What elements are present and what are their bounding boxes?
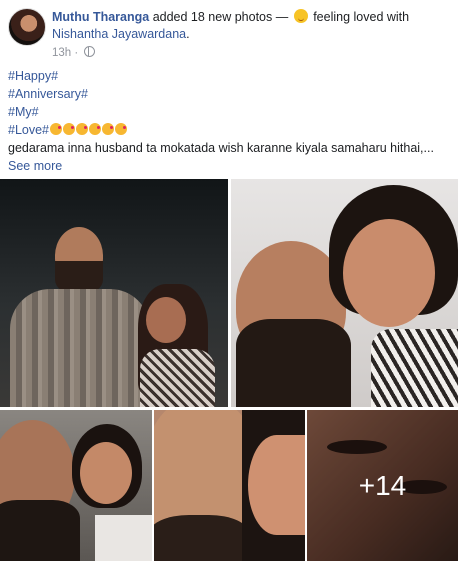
photo-2[interactable]	[231, 179, 458, 407]
avatar[interactable]	[8, 8, 46, 46]
photo-shape	[236, 319, 351, 407]
text-line-3: #My#	[8, 103, 450, 121]
hashtag-happy[interactable]: #Happy#	[8, 69, 58, 83]
photo-shape	[371, 329, 458, 407]
hashtag-my[interactable]: #My#	[8, 105, 39, 119]
more-photos-overlay[interactable]: +14	[307, 410, 458, 561]
photo-shape	[140, 349, 215, 407]
globe-icon[interactable]	[84, 46, 96, 57]
post-meta: 13h ·	[52, 46, 96, 59]
photo-shape	[146, 297, 186, 343]
photo-4[interactable]	[154, 410, 305, 561]
hashtag-love[interactable]: #Love#	[8, 123, 49, 137]
text-line-5: gedarama inna husband ta mokatada wish k…	[8, 141, 434, 155]
kiss-emoji-row	[49, 123, 128, 137]
text-line-4: #Love#	[8, 121, 450, 139]
author-name[interactable]: Muthu Tharanga	[52, 10, 149, 24]
feeling-loved-icon	[293, 9, 308, 23]
post-text: #Happy# #Anniversary# #My# #Love# gedara…	[8, 67, 450, 175]
photo-shape	[10, 289, 150, 407]
photo-shape	[95, 515, 152, 561]
text-line-2: #Anniversary#	[8, 85, 450, 103]
separator-dot: ·	[74, 47, 79, 59]
kiss-icon	[115, 123, 128, 135]
action-text: added 18 new photos —	[152, 10, 289, 24]
more-photos-count: +14	[358, 469, 407, 501]
kiss-icon	[89, 123, 102, 135]
hashtag-anniversary[interactable]: #Anniversary#	[8, 87, 88, 101]
tagged-suffix: .	[186, 27, 190, 41]
photo-3[interactable]	[0, 410, 152, 561]
photo-shape	[343, 219, 435, 327]
facebook-post: Muthu Tharanga added 18 new photos — fee…	[0, 0, 458, 561]
kiss-icon	[76, 123, 89, 135]
photo-shape	[248, 435, 305, 535]
kiss-icon	[63, 123, 76, 135]
feeling-text: feeling loved with	[313, 10, 410, 24]
kiss-icon	[102, 123, 115, 135]
kiss-icon	[50, 123, 63, 135]
see-more-link[interactable]: See more	[8, 159, 62, 173]
photo-5[interactable]: +14	[307, 410, 458, 561]
tagged-person-link[interactable]: Nishantha Jayawardana	[52, 27, 186, 41]
photo-shape	[0, 500, 80, 561]
photo-shape	[154, 515, 249, 561]
photo-shape	[80, 442, 132, 504]
post-header-text: Muthu Tharanga added 18 new photos — fee…	[52, 9, 450, 43]
timestamp[interactable]: 13h	[52, 47, 71, 59]
post-header: Muthu Tharanga added 18 new photos — fee…	[8, 8, 450, 60]
text-line-1: #Happy#	[8, 67, 450, 85]
photo-1[interactable]	[0, 179, 228, 407]
